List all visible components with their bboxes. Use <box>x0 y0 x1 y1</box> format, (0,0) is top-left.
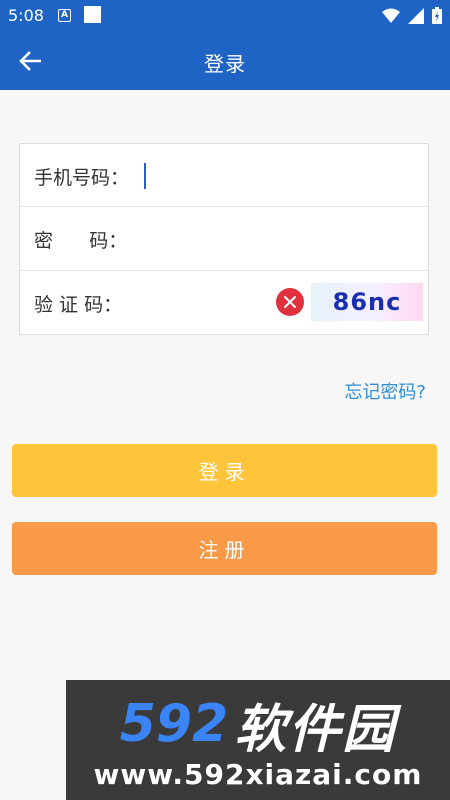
captcha-input[interactable] <box>144 284 273 321</box>
watermark-number: 592 <box>119 694 229 754</box>
password-label: 密 码： <box>34 230 128 253</box>
watermark-text: 软件园 <box>234 699 397 760</box>
app-bar: 登录 <box>0 32 450 90</box>
status-bar: 5:08 A <box>0 0 450 32</box>
a-box-icon: A <box>58 9 71 22</box>
login-button[interactable]: 登录 <box>12 444 437 497</box>
signal-icon <box>408 7 424 24</box>
phone-input[interactable] <box>144 158 418 194</box>
captcha-row: 验 证 码： 86nc <box>20 271 428 334</box>
text-cursor <box>144 163 146 189</box>
captcha-image[interactable]: 86nc <box>311 282 423 321</box>
captcha-label: 验 证 码： <box>34 293 123 316</box>
page-title: 登录 <box>204 52 246 76</box>
watermark-brand: 592 软件园 <box>66 694 450 760</box>
square-icon <box>84 6 101 23</box>
login-form: 手机号码： 密 码： 验 证 码： 86nc <box>19 143 429 335</box>
clear-captcha-button[interactable] <box>276 287 304 316</box>
watermark-logo: 592 软件园 www.592xiazai.com <box>66 680 450 800</box>
wifi-icon <box>382 8 400 23</box>
phone-row: 手机号码： <box>20 144 428 208</box>
close-circle-icon <box>284 295 296 308</box>
battery-icon <box>432 7 442 24</box>
forgot-password-link[interactable]: 忘记密码? <box>344 378 426 404</box>
watermark-url: www.592xiazai.com <box>93 758 423 791</box>
status-icons <box>382 7 442 24</box>
register-button[interactable]: 注册 <box>12 522 437 575</box>
password-row: 密 码： <box>20 207 428 271</box>
password-input[interactable] <box>144 221 418 258</box>
status-time: 5:08 <box>8 6 44 25</box>
phone-label: 手机号码： <box>34 167 130 189</box>
